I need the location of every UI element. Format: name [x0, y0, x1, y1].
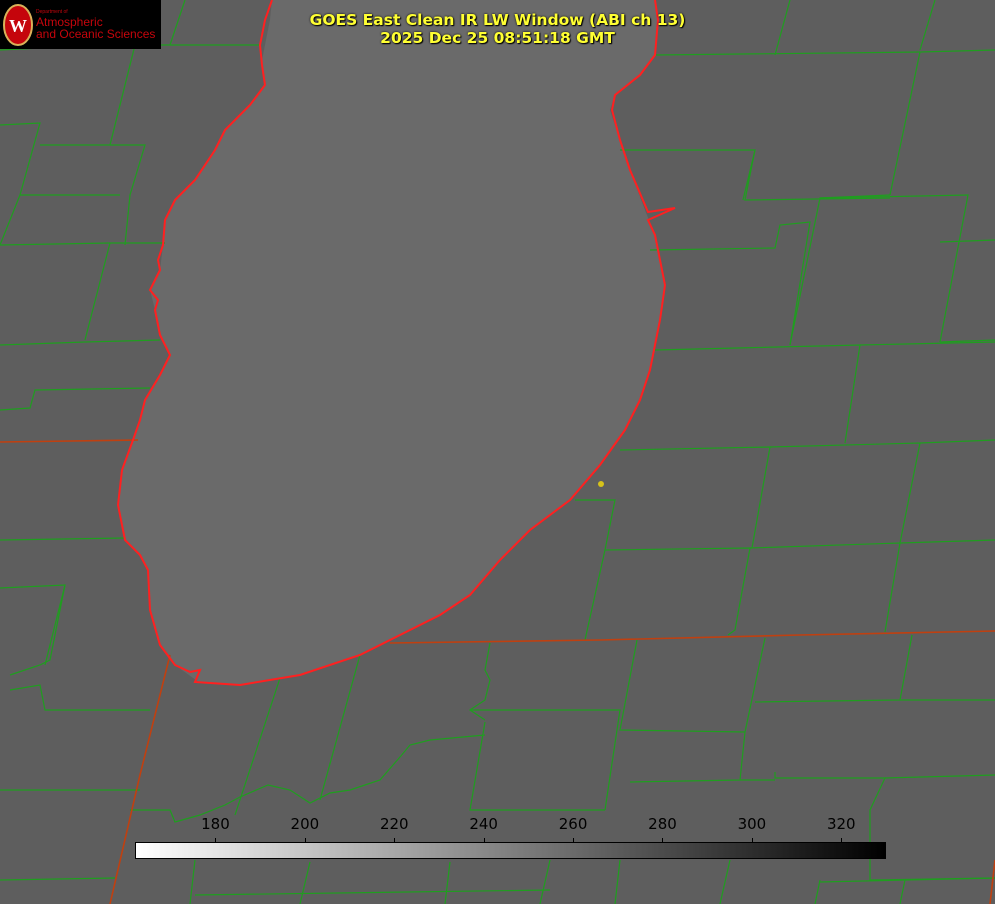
colorbar-tick: [483, 838, 485, 843]
colorbar-tick-label: 180: [201, 815, 230, 833]
colorbar-tick: [662, 838, 664, 843]
colorbar-tick-label: 280: [648, 815, 677, 833]
colorbar-tick: [573, 838, 575, 843]
colorbar-tick-label: 240: [469, 815, 498, 833]
colorbar-tick: [304, 838, 306, 843]
colorbar-tick: [215, 838, 217, 843]
colorbar-tick-label: 200: [290, 815, 320, 833]
colorbar-tick: [394, 838, 396, 843]
image-title: GOES East Clean IR LW Window (ABI ch 13)…: [0, 11, 995, 47]
title-timestamp: 2025 Dec 25 08:51:18 GMT: [380, 29, 615, 47]
colorbar-tick: [841, 838, 843, 843]
colorbar: [135, 842, 886, 859]
city-marker: [598, 481, 604, 487]
colorbar-tick-label: 320: [826, 815, 856, 833]
colorbar-tick-label: 260: [558, 815, 588, 833]
satellite-map: [0, 0, 995, 904]
colorbar-tick-label: 220: [379, 815, 409, 833]
colorbar-tick: [751, 838, 753, 843]
title-line1: GOES East Clean IR LW Window (ABI ch 13): [309, 11, 686, 29]
colorbar-tick-label: 300: [737, 815, 767, 833]
